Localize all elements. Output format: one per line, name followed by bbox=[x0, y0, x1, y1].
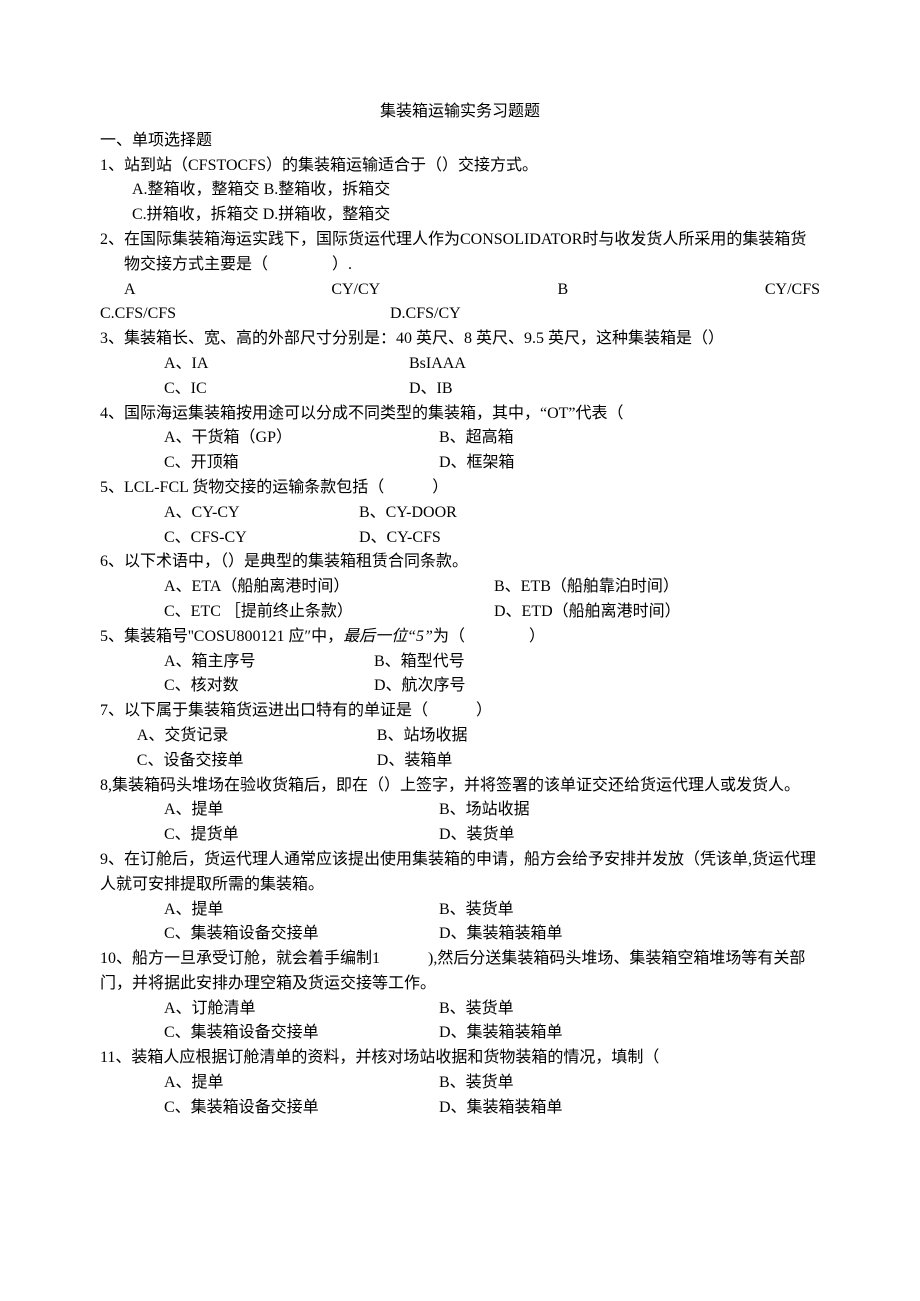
q3-row2: C、IC D、IB bbox=[100, 377, 820, 402]
q3-a: A、IA bbox=[164, 352, 409, 377]
q4-row1: A、干货箱（GP） B、超高箱 bbox=[100, 426, 820, 451]
q5-a: A、CY-CY bbox=[164, 501, 359, 526]
q4-c: C、开顶箱 bbox=[164, 451, 439, 476]
q9-d: D、集装箱装箱单 bbox=[439, 922, 563, 947]
q1-stem: 1、站到站（CFSTOCFS）的集装箱运输适合于（）交接方式。 bbox=[100, 154, 820, 179]
q10-stem: 10、船方一旦承受订舱，就会着手编制1 ),然后分送集装箱码头堆场、集装箱空箱堆… bbox=[100, 947, 820, 997]
q2-row2: C.CFS/CFS D.CFS/CY bbox=[100, 302, 820, 327]
q10-row1: A、订舱清单 B、装货单 bbox=[100, 997, 820, 1022]
q6-b: B、ETB（船舶靠泊时间） bbox=[494, 575, 679, 600]
q3-row1: A、IA BsIAAA bbox=[100, 352, 820, 377]
q2-d: D.CFS/CY bbox=[390, 302, 461, 327]
q11-b: B、装货单 bbox=[439, 1071, 514, 1096]
q11-stem: 11、装箱人应根据订舱清单的资料，并核对场站收据和货物装箱的情况，填制（ bbox=[100, 1046, 820, 1071]
q10-a: A、订舱清单 bbox=[164, 997, 439, 1022]
q2-av: CY/CY bbox=[331, 278, 380, 303]
q2-a: A bbox=[100, 278, 154, 303]
q7-stem: 7、以下属于集装箱货运进出口特有的单证是（ ） bbox=[100, 699, 820, 724]
q1-b: B.整箱收，拆箱交 bbox=[264, 181, 391, 198]
q7-row1: A、交货记录 B、站场收据 bbox=[100, 724, 820, 749]
section-heading: 一、单项选择题 bbox=[100, 129, 820, 154]
q6-row1: A、ETA（船舶离港时间） B、ETB（船舶靠泊时间） bbox=[100, 575, 820, 600]
q5-d: D、CY-CFS bbox=[359, 526, 441, 551]
q2-b: B bbox=[558, 278, 588, 303]
q7-c: C、设备交接单 bbox=[137, 749, 377, 774]
q5-row1: A、CY-CY B、CY-DOOR bbox=[100, 501, 820, 526]
q9-row1: A、提单 B、装货单 bbox=[100, 898, 820, 923]
q6-stem: 6、以下术语中，（）是典型的集装箱租赁合同条款。 bbox=[100, 550, 820, 575]
q1-row2: C.拼箱收，拆箱交 D.拼箱收，整箱交 bbox=[100, 203, 820, 228]
q4-d: D、框架箱 bbox=[439, 451, 515, 476]
q5b-row2: C、核对数 D、航次序号 bbox=[100, 674, 820, 699]
q10-d: D、集装箱装箱单 bbox=[439, 1021, 563, 1046]
q10-b: B、装货单 bbox=[439, 997, 514, 1022]
q2-stem-text: 2、在国际集装箱海运实践下，国际货运代理人作为CONSOLIDATOR时与收发货… bbox=[100, 228, 820, 278]
q4-stem: 4、国际海运集装箱按用途可以分成不同类型的集装箱，其中，“OT”代表（ bbox=[100, 402, 820, 427]
q11-c: C、集装箱设备交接单 bbox=[164, 1096, 439, 1121]
q2-row1: A CY/CY B CY/CFS bbox=[100, 278, 820, 303]
q2-stem: 2、在国际集装箱海运实践下，国际货运代理人作为CONSOLIDATOR时与收发货… bbox=[100, 228, 820, 278]
q3-d: D、IB bbox=[409, 377, 453, 402]
q5b-b: B、箱型代号 bbox=[374, 650, 465, 675]
q9-b: B、装货单 bbox=[439, 898, 514, 923]
q5b-a: A、箱主序号 bbox=[164, 650, 374, 675]
q6-d: D、ETD（船舶离港时间） bbox=[494, 600, 681, 625]
q8-c: C、提货单 bbox=[164, 823, 439, 848]
q3-b: BsIAAA bbox=[409, 352, 466, 377]
q7-row2: C、设备交接单 D、装箱单 bbox=[100, 749, 820, 774]
q1-a: A.整箱收，整箱交 bbox=[132, 181, 260, 198]
q3-stem: 3、集装箱长、宽、高的外部尺寸分别是：40 英尺、8 英尺、9.5 英尺，这种集… bbox=[100, 327, 820, 352]
q2-bv: CY/CFS bbox=[765, 278, 820, 303]
q8-d: D、装货单 bbox=[439, 823, 515, 848]
q6-row2: C、ETC ［提前终止条款） D、ETD（船舶离港时间） bbox=[100, 600, 820, 625]
q5-b: B、CY-DOOR bbox=[359, 501, 457, 526]
q5b-stem-c: 为（ ） bbox=[433, 628, 545, 645]
page-title: 集装箱运输实务习题题 bbox=[100, 100, 820, 125]
q5b-row1: A、箱主序号 B、箱型代号 bbox=[100, 650, 820, 675]
q9-stem: 9、在订舱后，货运代理人通常应该提出使用集装箱的申请，船方会给予安排并发放（凭该… bbox=[100, 848, 820, 898]
q5-row2: C、CFS-CY D、CY-CFS bbox=[100, 526, 820, 551]
q7-b: B、站场收据 bbox=[377, 724, 468, 749]
q5b-stem-a: 5、集装箱号''COSU800121 应″中， bbox=[100, 628, 343, 645]
q11-a: A、提单 bbox=[164, 1071, 439, 1096]
q5b-stem-b: 最后一位“5” bbox=[343, 628, 433, 645]
q4-b: B、超高箱 bbox=[439, 426, 514, 451]
q9-c: C、集装箱设备交接单 bbox=[164, 922, 439, 947]
q5b-d: D、航次序号 bbox=[374, 674, 466, 699]
q10-row2: C、集装箱设备交接单 D、集装箱装箱单 bbox=[100, 1021, 820, 1046]
q8-b: B、场站收据 bbox=[439, 798, 530, 823]
q10-c: C、集装箱设备交接单 bbox=[164, 1021, 439, 1046]
q1-row1: A.整箱收，整箱交 B.整箱收，拆箱交 bbox=[100, 178, 820, 203]
q5-stem: 5、LCL-FCL 货物交接的运输条款包括（ ） bbox=[100, 476, 820, 501]
q7-d: D、装箱单 bbox=[377, 749, 453, 774]
q11-row1: A、提单 B、装货单 bbox=[100, 1071, 820, 1096]
q6-a: A、ETA（船舶离港时间） bbox=[164, 575, 494, 600]
q6-c: C、ETC ［提前终止条款） bbox=[164, 600, 494, 625]
q1-d: D.拼箱收，整箱交 bbox=[263, 206, 391, 223]
q9-a: A、提单 bbox=[164, 898, 439, 923]
q4-row2: C、开顶箱 D、框架箱 bbox=[100, 451, 820, 476]
q9-row2: C、集装箱设备交接单 D、集装箱装箱单 bbox=[100, 922, 820, 947]
q11-row2: C、集装箱设备交接单 D、集装箱装箱单 bbox=[100, 1096, 820, 1121]
q4-a: A、干货箱（GP） bbox=[164, 426, 439, 451]
q8-a: A、提单 bbox=[164, 798, 439, 823]
q8-row2: C、提货单 D、装货单 bbox=[100, 823, 820, 848]
q5-c: C、CFS-CY bbox=[164, 526, 359, 551]
q3-c: C、IC bbox=[164, 377, 409, 402]
q8-row1: A、提单 B、场站收据 bbox=[100, 798, 820, 823]
q2-c: C.CFS/CFS bbox=[100, 302, 390, 327]
q8-stem: 8,集装箱码头堆场在验收货箱后，即在（）上签字，并将签署的该单证交还给货运代理人… bbox=[100, 774, 820, 799]
q7-a: A、交货记录 bbox=[137, 724, 377, 749]
q1-c: C.拼箱收，拆箱交 bbox=[132, 206, 259, 223]
q5b-c: C、核对数 bbox=[164, 674, 374, 699]
q5b-stem: 5、集装箱号''COSU800121 应″中，最后一位“5”为（ ） bbox=[100, 625, 820, 650]
q11-d: D、集装箱装箱单 bbox=[439, 1096, 563, 1121]
